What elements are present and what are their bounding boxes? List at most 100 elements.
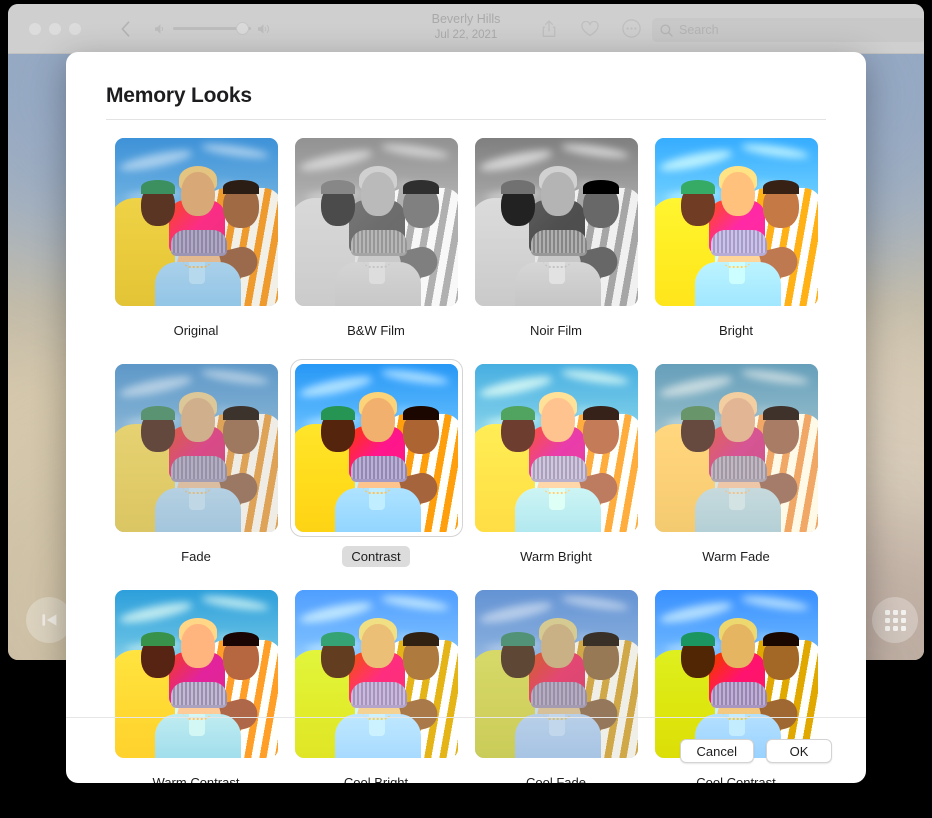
traffic-lights	[29, 22, 81, 35]
photo-hair	[402, 180, 439, 194]
photo-face	[540, 398, 575, 442]
favorite-button[interactable]	[580, 18, 600, 39]
minimize-button[interactable]	[49, 22, 61, 35]
cancel-button[interactable]: Cancel	[679, 739, 754, 763]
memory-look-thumbnail-frame[interactable]	[290, 133, 463, 311]
photo-hair	[140, 406, 175, 420]
memory-look-thumbnail-frame[interactable]	[289, 359, 463, 537]
memory-look-thumbnail[interactable]	[654, 364, 818, 532]
memory-look-thumbnail[interactable]	[114, 364, 278, 532]
photo-hair	[140, 180, 175, 194]
close-button[interactable]	[29, 22, 41, 35]
grid-view-button[interactable]	[872, 597, 918, 643]
memory-look-option[interactable]: Original	[106, 133, 286, 341]
memory-look-label: Original	[173, 323, 219, 338]
speaker-low-icon	[155, 23, 164, 34]
photo-hair	[402, 406, 439, 420]
memory-look-option[interactable]: Warm Bright	[466, 359, 646, 567]
memory-look-thumbnail-frame[interactable]	[650, 133, 823, 311]
window-toolbar: Beverly Hills Jul 22, 2021 Search	[8, 4, 924, 54]
photo-face	[720, 398, 755, 442]
memory-look-option[interactable]: Contrast	[286, 359, 466, 567]
photo-face	[360, 398, 395, 442]
volume-control[interactable]	[155, 22, 272, 35]
photo-hair	[222, 406, 259, 420]
photo-necklace	[182, 712, 211, 720]
memory-look-thumbnail[interactable]	[114, 590, 278, 758]
memory-look-thumbnail-frame[interactable]	[470, 585, 643, 763]
ellipsis-circle-icon	[621, 19, 641, 38]
memory-looks-grid: Original B&W Film Noir Film Bright Fade …	[106, 133, 826, 783]
photo-necklace	[542, 486, 571, 494]
memory-look-label: Warm Fade	[702, 549, 770, 564]
memory-look-option[interactable]: Warm Contrast	[106, 585, 286, 783]
more-options-button[interactable]	[621, 18, 641, 39]
memory-look-label: Cool Fade	[526, 775, 586, 783]
memory-look-thumbnail[interactable]	[294, 364, 458, 532]
photo-necklace	[542, 260, 571, 268]
photo-knit-hat	[170, 230, 227, 256]
photo-face	[360, 172, 395, 216]
photo-necklace	[182, 486, 211, 494]
memory-look-label: Contrast	[342, 546, 410, 567]
memory-look-thumbnail-frame[interactable]	[470, 133, 643, 311]
dialog-title-divider	[106, 119, 826, 120]
search-field[interactable]: Search	[652, 18, 924, 42]
memory-look-thumbnail[interactable]	[474, 590, 638, 758]
photo-face	[720, 624, 755, 668]
toolbar-actions	[539, 18, 641, 39]
heart-icon	[581, 20, 599, 36]
share-icon	[542, 19, 556, 37]
photo-hair	[140, 632, 175, 646]
photo-necklace	[362, 712, 391, 720]
memory-look-thumbnail[interactable]	[474, 138, 638, 306]
memory-look-thumbnail-frame[interactable]	[110, 133, 283, 311]
photo-hair	[582, 406, 619, 420]
photo-knit-hat	[350, 682, 407, 708]
share-button[interactable]	[539, 18, 559, 39]
photo-face	[180, 624, 215, 668]
memory-look-option[interactable]: Fade	[106, 359, 286, 567]
photo-face	[180, 398, 215, 442]
back-button[interactable]	[117, 19, 133, 39]
memory-look-label: Cool Bright	[343, 775, 409, 783]
memory-look-thumbnail[interactable]	[294, 590, 458, 758]
photo-hair	[320, 180, 355, 194]
photo-hair	[500, 406, 535, 420]
volume-slider-knob[interactable]	[236, 22, 249, 35]
memory-look-label: Bright	[719, 323, 753, 338]
memory-look-thumbnail-frame[interactable]	[650, 585, 823, 763]
photo-hair	[762, 632, 799, 646]
speaker-high-icon	[258, 23, 270, 34]
memory-look-option[interactable]: Cool Fade	[466, 585, 646, 783]
memory-look-thumbnail-frame[interactable]	[290, 585, 463, 763]
photo-hair	[320, 632, 355, 646]
photo-necklace	[542, 712, 571, 720]
photo-hair	[680, 180, 715, 194]
photo-face	[720, 172, 755, 216]
memory-look-thumbnail[interactable]	[294, 138, 458, 306]
zoom-button[interactable]	[69, 22, 81, 35]
memory-look-thumbnail-frame[interactable]	[110, 359, 283, 537]
photo-knit-hat	[170, 456, 227, 482]
memory-look-thumbnail-frame[interactable]	[650, 359, 823, 537]
ok-button[interactable]: OK	[766, 739, 832, 763]
memory-look-thumbnail[interactable]	[654, 590, 818, 758]
photo-face	[540, 172, 575, 216]
photo-knit-hat	[170, 682, 227, 708]
memory-look-thumbnail[interactable]	[114, 138, 278, 306]
skip-back-icon	[41, 614, 56, 626]
memory-look-thumbnail[interactable]	[654, 138, 818, 306]
screen: Beverly Hills Jul 22, 2021 Search Memory…	[0, 0, 932, 818]
photo-necklace	[362, 486, 391, 494]
memory-look-option[interactable]: Noir Film	[466, 133, 646, 341]
memory-look-option[interactable]: Cool Bright	[286, 585, 466, 783]
memory-look-thumbnail[interactable]	[474, 364, 638, 532]
memory-look-option[interactable]: B&W Film	[286, 133, 466, 341]
memory-look-label: Noir Film	[530, 323, 582, 338]
memory-look-option[interactable]: Bright	[646, 133, 826, 341]
volume-slider[interactable]	[173, 22, 251, 35]
memory-look-thumbnail-frame[interactable]	[110, 585, 283, 763]
memory-look-option[interactable]: Warm Fade	[646, 359, 826, 567]
memory-look-thumbnail-frame[interactable]	[470, 359, 643, 537]
